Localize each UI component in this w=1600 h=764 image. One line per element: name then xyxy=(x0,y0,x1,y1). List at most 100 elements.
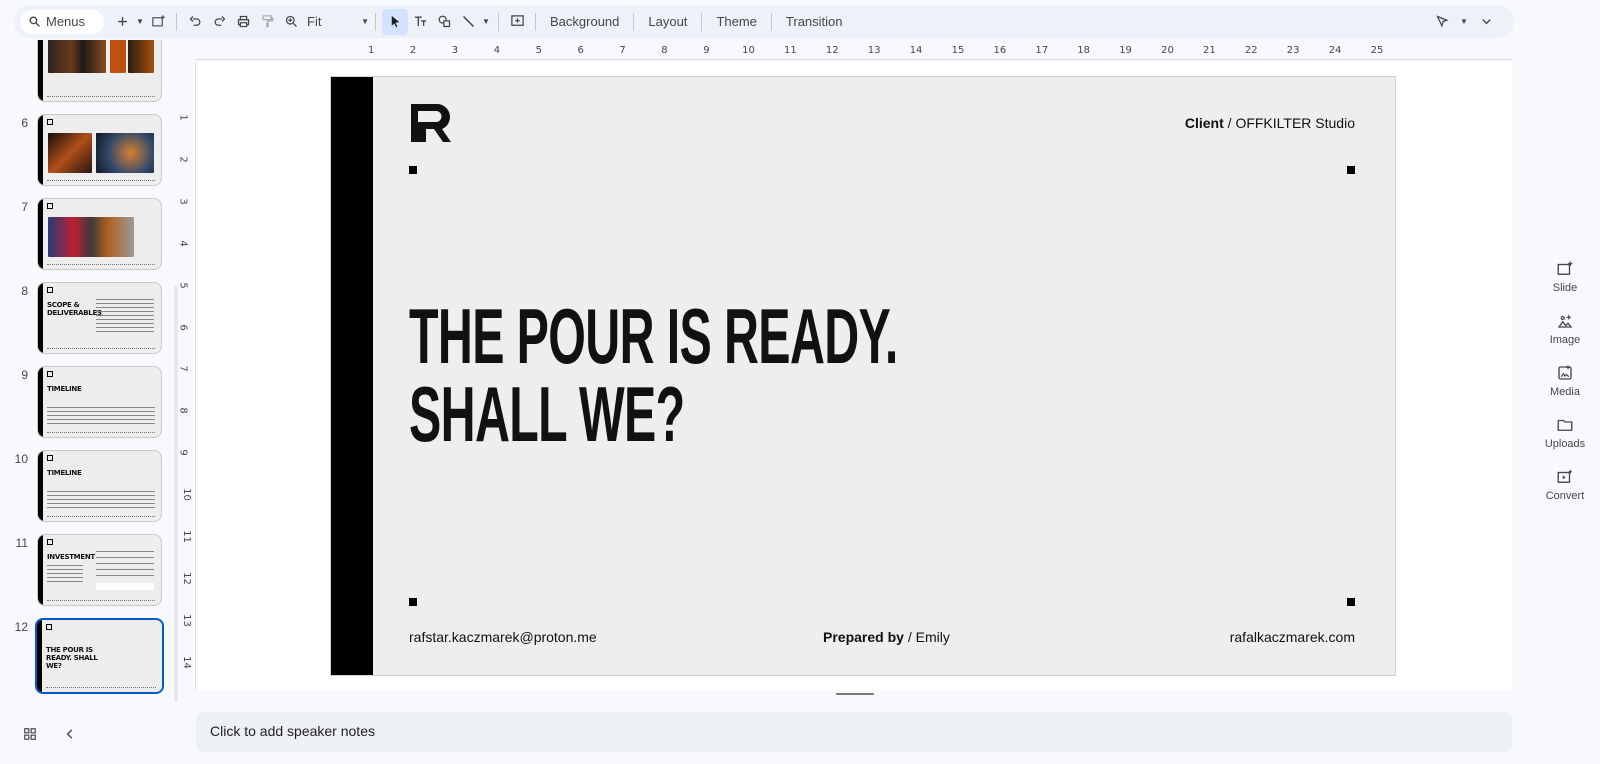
zoom-icon xyxy=(285,15,297,27)
ruler-tick-label: 12 xyxy=(825,45,839,56)
shape-button[interactable] xyxy=(432,9,456,35)
pointer-mode-button[interactable] xyxy=(1430,9,1454,35)
pointer-mode-dropdown[interactable]: ▼ xyxy=(1458,17,1470,26)
transition-button[interactable]: Transition xyxy=(778,14,851,29)
ruler-tick-label: 7 xyxy=(177,365,189,373)
divider xyxy=(176,12,177,31)
line-button[interactable] xyxy=(456,9,480,35)
divider xyxy=(633,12,635,31)
toolbar: Menus ▼ Fit ▼ ▼ Background Layout Theme … xyxy=(14,5,1514,38)
filmstrip-item[interactable]: 12 THE POUR IS READY. SHALL WE? xyxy=(0,618,180,694)
grid-view-button[interactable] xyxy=(20,724,40,744)
undo-button[interactable] xyxy=(183,9,207,35)
thumb-total-box xyxy=(96,583,154,590)
ruler-tick-label: 7 xyxy=(619,45,626,56)
media-button[interactable]: Media xyxy=(1540,364,1590,416)
layout-button[interactable]: Layout xyxy=(640,14,695,29)
image-sparkle-icon xyxy=(1557,314,1573,328)
background-button[interactable]: Background xyxy=(542,14,627,29)
slide-headline[interactable]: THE POUR IS READY. SHALL WE? xyxy=(409,297,898,453)
slide-thumbnail[interactable] xyxy=(37,198,162,270)
filmstrip-item[interactable] xyxy=(0,40,180,106)
thumb-logo xyxy=(47,539,53,545)
ruler-tick-label: 3 xyxy=(177,198,189,205)
filmstrip-item[interactable]: 8 SCOPE & DELIVERABLES xyxy=(0,282,180,358)
notes-resize-handle[interactable] xyxy=(836,693,874,695)
ruler-tick-label: 19 xyxy=(1119,45,1132,56)
thumb-bar xyxy=(38,115,43,185)
thumb-footer xyxy=(47,96,155,97)
ruler-tick-label: 21 xyxy=(1203,45,1216,56)
new-slide-layout-button[interactable] xyxy=(146,9,170,35)
slide-number: 12 xyxy=(14,620,28,634)
slide-thumbnail[interactable] xyxy=(37,40,162,102)
slide-thumbnail[interactable]: INVESTMENT xyxy=(37,534,162,606)
menus-search[interactable]: Menus xyxy=(20,9,104,34)
ruler-tick-label: 11 xyxy=(784,45,797,56)
thumb-logo xyxy=(47,119,53,125)
thumb-footer xyxy=(47,432,155,433)
ruler-tick-label: 10 xyxy=(742,45,755,56)
slide-thumbnail-selected[interactable]: THE POUR IS READY. SHALL WE? xyxy=(35,618,164,694)
filmstrip-item[interactable]: 9 TIMELINE xyxy=(0,366,180,442)
collapse-filmstrip-button[interactable] xyxy=(60,724,80,744)
select-tool-button[interactable] xyxy=(382,8,408,35)
filmstrip-item[interactable]: 11 INVESTMENT xyxy=(0,534,180,610)
thumb-bar xyxy=(38,283,43,353)
prepared-separator: / xyxy=(907,629,912,645)
add-comment-icon xyxy=(510,15,524,26)
new-slide-button[interactable] xyxy=(110,9,134,35)
slide-canvas[interactable]: Client / OFFKILTER Studio THE POUR IS RE… xyxy=(330,76,1396,676)
slide-thumbnail[interactable] xyxy=(37,114,162,186)
divider xyxy=(701,12,703,31)
line-dropdown[interactable]: ▼ xyxy=(480,17,492,26)
grid-icon xyxy=(24,728,36,740)
ruler-tick-label: 24 xyxy=(1328,45,1342,56)
prepared-by-line: Prepared by / Emily xyxy=(823,629,950,645)
new-slide-dropdown[interactable]: ▼ xyxy=(134,17,146,26)
chevron-down-icon: ▼ xyxy=(361,17,369,26)
ruler-tick-label: 23 xyxy=(1286,45,1300,56)
redo-button[interactable] xyxy=(207,9,231,35)
ruler-tick-label: 6 xyxy=(177,323,189,331)
ruler-tick-label: 9 xyxy=(703,45,710,56)
theme-button[interactable]: Theme xyxy=(708,14,764,29)
uploads-button[interactable]: Uploads xyxy=(1540,416,1590,468)
slide-thumbnail[interactable]: SCOPE & DELIVERABLES xyxy=(37,282,162,354)
thumb-logo xyxy=(47,203,53,209)
thumb-logo xyxy=(47,371,53,377)
zoom-select[interactable]: Fit ▼ xyxy=(307,14,369,29)
comment-button[interactable] xyxy=(505,9,529,35)
divider xyxy=(770,12,772,31)
print-button[interactable] xyxy=(231,9,255,35)
filmstrip-item[interactable]: 10 TIMELINE xyxy=(0,450,180,526)
zoom-button[interactable] xyxy=(279,9,303,35)
add-slide-button[interactable]: Slide xyxy=(1540,260,1590,312)
filmstrip-item[interactable]: 7 xyxy=(0,198,180,274)
corner-mark xyxy=(1347,598,1355,606)
thumb-photo xyxy=(110,40,126,73)
search-icon xyxy=(29,16,40,27)
thumb-bar xyxy=(38,199,43,269)
plus-icon xyxy=(117,17,127,26)
thumb-photo xyxy=(48,133,92,173)
ruler-tick-label: 6 xyxy=(577,45,584,56)
thumb-bar xyxy=(38,367,43,437)
slide-thumbnail[interactable]: TIMELINE xyxy=(37,366,162,438)
slide-thumbnail[interactable]: TIMELINE xyxy=(37,450,162,522)
thumb-footer xyxy=(46,687,156,688)
redo-icon xyxy=(214,16,225,26)
chevron-left-icon xyxy=(66,729,73,739)
paint-format-button[interactable] xyxy=(255,9,279,35)
filmstrip-item[interactable]: 6 xyxy=(0,114,180,190)
ruler-tick-label: 22 xyxy=(1244,45,1258,56)
thumb-bar xyxy=(37,620,42,692)
client-separator: / xyxy=(1227,115,1232,131)
collapse-toolbar-button[interactable] xyxy=(1474,9,1498,35)
text-box-button[interactable] xyxy=(408,9,432,35)
convert-button[interactable]: Convert xyxy=(1540,468,1590,520)
image-button[interactable]: Image xyxy=(1540,312,1590,364)
media-icon xyxy=(1558,365,1572,380)
speaker-notes[interactable]: Click to add speaker notes xyxy=(196,712,1512,752)
brand-logo-icon xyxy=(411,104,451,142)
